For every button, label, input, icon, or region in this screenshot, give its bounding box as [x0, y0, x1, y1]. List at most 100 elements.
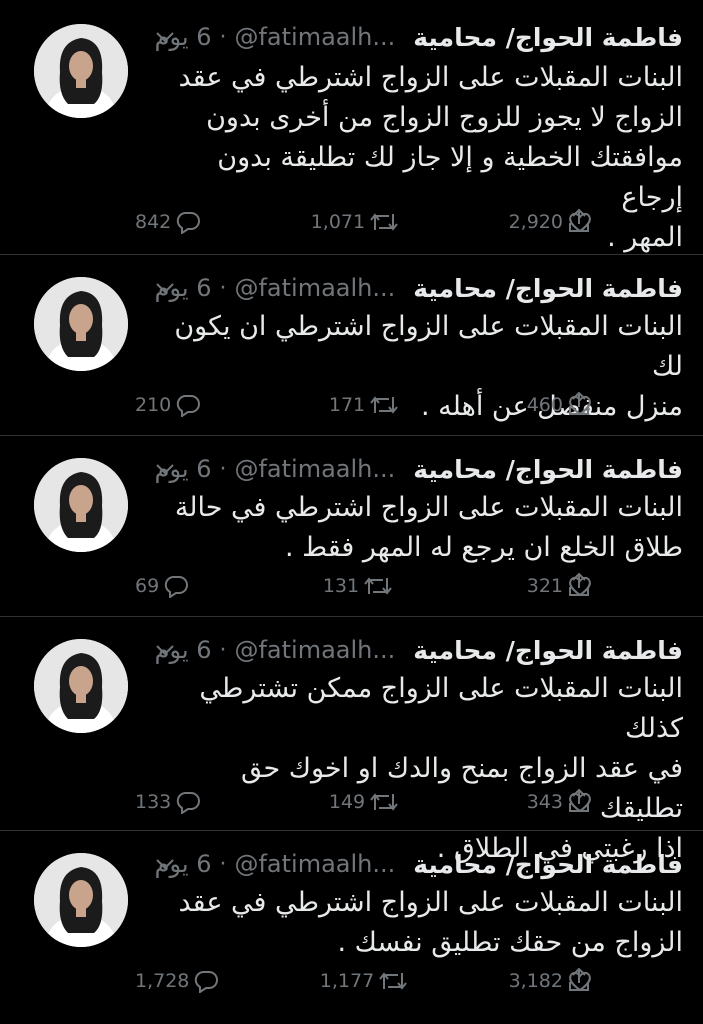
- retweet-button[interactable]: 1,071: [311, 210, 399, 234]
- tweet-text-line: البنات المقبلات على الزواج اشترطي في حال…: [174, 492, 683, 523]
- user-handle[interactable]: @fatimaalh...: [234, 636, 395, 664]
- separator-dot: ·: [219, 456, 227, 482]
- user-handle[interactable]: @fatimaalh...: [234, 850, 395, 878]
- separator-dot: ·: [219, 851, 227, 877]
- retweet-button[interactable]: 171: [329, 393, 399, 417]
- separator-dot: ·: [219, 24, 227, 50]
- tweet-timestamp[interactable]: 6 يوم: [155, 455, 212, 483]
- display-name[interactable]: فاطمة الحواج/ محامية: [413, 274, 683, 303]
- share-button[interactable]: [567, 967, 591, 997]
- tweet-header: 6 يوم · @fatimaalh... فاطمة الحواج/ محام…: [150, 633, 683, 667]
- reply-count: 133: [135, 791, 172, 813]
- profile-photo-icon: [34, 24, 128, 118]
- reply-button[interactable]: 842: [135, 210, 201, 234]
- retweet-count: 171: [328, 394, 366, 416]
- separator-dot: ·: [219, 637, 227, 663]
- retweet-button[interactable]: 149: [329, 790, 399, 814]
- user-handle[interactable]: @fatimaalh...: [234, 23, 395, 51]
- share-button[interactable]: [567, 788, 591, 818]
- display-name[interactable]: فاطمة الحواج/ محامية: [413, 636, 683, 665]
- reply-icon: [195, 971, 219, 993]
- tweet-actions: 1,728 1,177 3,182: [135, 963, 593, 999]
- reply-button[interactable]: 1,728: [135, 969, 219, 993]
- tweet[interactable]: 6 يوم · @fatimaalh... فاطمة الحواج/ محام…: [0, 831, 703, 1024]
- like-count: 321: [526, 575, 563, 597]
- reply-count: 1,728: [135, 970, 190, 992]
- retweet-count: 131: [322, 575, 360, 597]
- tweet-text: البنات المقبلات على الزواج اشترطي في عقد…: [150, 883, 684, 963]
- retweet-icon: [364, 577, 392, 595]
- tweet-text-line: الزواج لا يجوز للزوج الزواج من أخرى بدون: [206, 102, 683, 133]
- retweet-icon: [370, 213, 398, 231]
- reply-count: 842: [135, 211, 172, 233]
- retweet-button[interactable]: 1,177: [320, 969, 408, 993]
- tweet-header: 6 يوم · @fatimaalh... فاطمة الحواج/ محام…: [150, 452, 683, 486]
- tweet-timestamp[interactable]: 6 يوم: [155, 636, 212, 664]
- share-icon: [569, 967, 589, 991]
- tweet-text-line: البنات المقبلات على الزواج ممكن تشترطي ك…: [199, 673, 683, 744]
- profile-photo-icon: [34, 639, 128, 733]
- retweet-icon: [379, 972, 407, 990]
- tweet-text-line: طلاق الخلع ان يرجع له المهر فقط .: [284, 532, 683, 563]
- tweet[interactable]: 6 يوم · @fatimaalh... فاطمة الحواج/ محام…: [0, 436, 703, 617]
- retweet-button[interactable]: 131: [323, 574, 393, 598]
- share-button[interactable]: [567, 572, 591, 602]
- avatar[interactable]: [34, 853, 128, 947]
- reply-button[interactable]: 133: [135, 790, 201, 814]
- tweet-text-line: البنات المقبلات على الزواج اشترطي ان يكو…: [174, 311, 683, 382]
- share-icon: [569, 391, 589, 415]
- tweet-actions: 69 131 321: [135, 568, 593, 604]
- tweet[interactable]: 6 يوم · @fatimaalh... فاطمة الحواج/ محام…: [0, 255, 703, 436]
- tweet[interactable]: 6 يوم · @fatimaalh... فاطمة الحواج/ محام…: [0, 617, 703, 864]
- tweet-timestamp[interactable]: 6 يوم: [155, 850, 212, 878]
- tweet-header: 6 يوم · @fatimaalh... فاطمة الحواج/ محام…: [150, 20, 683, 54]
- retweet-count: 149: [328, 791, 366, 813]
- tweet-header: 6 يوم · @fatimaalh... فاطمة الحواج/ محام…: [150, 847, 683, 881]
- user-handle[interactable]: @fatimaalh...: [234, 274, 395, 302]
- share-button[interactable]: [567, 208, 591, 238]
- like-count: 2,920: [508, 211, 563, 233]
- tweet-feed: 6 يوم · @fatimaalh... فاطمة الحواج/ محام…: [0, 0, 703, 1024]
- reply-button[interactable]: 69: [135, 574, 189, 598]
- reply-count: 69: [135, 575, 160, 597]
- avatar[interactable]: [34, 277, 128, 371]
- tweet-text-line: الزواج من حقك تطليق نفسك .: [337, 927, 684, 958]
- like-count: 460: [526, 394, 563, 416]
- separator-dot: ·: [219, 275, 227, 301]
- retweet-count: 1,071: [310, 211, 366, 233]
- profile-photo-icon: [34, 458, 128, 552]
- tweet-text-line: البنات المقبلات على الزواج اشترطي في عقد: [178, 887, 684, 918]
- avatar[interactable]: [34, 458, 128, 552]
- tweet-actions: 842 1,071 2,920: [135, 204, 593, 240]
- tweet-actions: 210 171 460: [135, 387, 593, 423]
- tweet-text-line: البنات المقبلات على الزواج اشترطي في عقد: [178, 62, 684, 93]
- display-name[interactable]: فاطمة الحواج/ محامية: [413, 455, 683, 484]
- reply-count: 210: [135, 394, 172, 416]
- reply-icon: [177, 395, 201, 417]
- tweet-actions: 133 149 343: [135, 784, 593, 820]
- avatar[interactable]: [34, 24, 128, 118]
- like-count: 343: [526, 791, 563, 813]
- tweet[interactable]: 6 يوم · @fatimaalh... فاطمة الحواج/ محام…: [0, 0, 703, 255]
- tweet-timestamp[interactable]: 6 يوم: [155, 274, 212, 302]
- like-count: 3,182: [508, 970, 563, 992]
- display-name[interactable]: فاطمة الحواج/ محامية: [413, 23, 683, 52]
- reply-button[interactable]: 210: [135, 393, 201, 417]
- user-handle[interactable]: @fatimaalh...: [234, 455, 395, 483]
- tweet-header: 6 يوم · @fatimaalh... فاطمة الحواج/ محام…: [150, 271, 683, 305]
- reply-icon: [177, 212, 201, 234]
- share-icon: [569, 572, 589, 596]
- reply-icon: [177, 792, 201, 814]
- retweet-icon: [370, 396, 398, 414]
- share-button[interactable]: [567, 391, 591, 421]
- avatar[interactable]: [34, 639, 128, 733]
- display-name[interactable]: فاطمة الحواج/ محامية: [413, 850, 683, 879]
- share-icon: [569, 788, 589, 812]
- retweet-count: 1,177: [319, 970, 375, 992]
- reply-icon: [165, 576, 189, 598]
- profile-photo-icon: [34, 277, 128, 371]
- retweet-icon: [370, 793, 398, 811]
- tweet-text: البنات المقبلات على الزواج اشترطي في حال…: [150, 488, 683, 568]
- tweet-timestamp[interactable]: 6 يوم: [155, 23, 212, 51]
- profile-photo-icon: [34, 853, 128, 947]
